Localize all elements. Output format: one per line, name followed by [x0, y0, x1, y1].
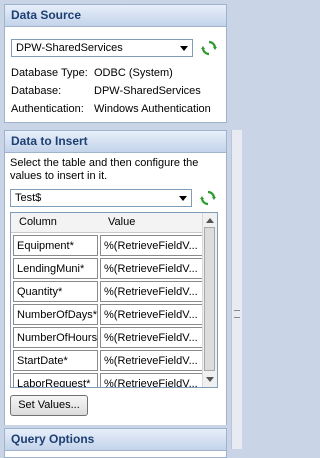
column-cell[interactable]: LendingMuni*	[13, 258, 98, 279]
scroll-down-icon[interactable]	[206, 377, 214, 382]
table-row[interactable]: NumberOfHours* %(RetrieveFieldV...	[11, 326, 203, 349]
value-cell[interactable]: %(RetrieveFieldV...	[100, 304, 203, 325]
value-cell[interactable]: %(RetrieveFieldV...	[100, 327, 203, 348]
value-cell[interactable]: %(RetrieveFieldV...	[100, 258, 203, 279]
values-grid: Column Value Equipment* %(RetrieveFieldV…	[10, 212, 218, 388]
table-row[interactable]: NumberOfDays* %(RetrieveFieldV...	[11, 303, 203, 326]
instructions-line-2: values to insert in it.	[10, 170, 108, 182]
grid-header: Column Value	[11, 213, 203, 233]
value-cell[interactable]: %(RetrieveFieldV...	[100, 373, 203, 387]
column-cell[interactable]: NumberOfHours*	[13, 327, 98, 348]
value-header[interactable]: Value	[108, 213, 135, 232]
instructions-line-1: Select the table and then configure the	[10, 157, 199, 169]
table-row[interactable]: Quantity* %(RetrieveFieldV...	[11, 280, 203, 303]
database-type-value: ODBC (System)	[94, 67, 173, 79]
pane-scrollbar[interactable]	[231, 130, 242, 449]
column-cell[interactable]: LaborRequest*	[13, 373, 98, 387]
grid-scrollbar[interactable]	[202, 213, 217, 387]
value-cell[interactable]: %(RetrieveFieldV...	[100, 235, 203, 256]
value-cell[interactable]: %(RetrieveFieldV...	[100, 350, 203, 371]
query-options-title[interactable]: Query Options	[5, 429, 226, 451]
authentication-value: Windows Authentication	[94, 103, 211, 115]
connection-select[interactable]: DPW-SharedServices	[11, 39, 193, 57]
data-to-insert-title: Data to Insert	[5, 131, 226, 153]
table-row[interactable]: LendingMuni* %(RetrieveFieldV...	[11, 257, 203, 280]
chevron-down-icon	[179, 196, 187, 201]
table-row[interactable]: LaborRequest* %(RetrieveFieldV...	[11, 372, 203, 387]
authentication-label: Authentication:	[11, 103, 84, 115]
value-cell[interactable]: %(RetrieveFieldV...	[100, 281, 203, 302]
chevron-down-icon	[180, 46, 188, 51]
query-options-panel: Query Options	[4, 428, 227, 458]
data-source-title: Data Source	[5, 5, 226, 27]
column-cell[interactable]: StartDate*	[13, 350, 98, 371]
table-row[interactable]: StartDate* %(RetrieveFieldV...	[11, 349, 203, 372]
table-select[interactable]: Test$	[10, 189, 192, 207]
scroll-thumb[interactable]	[204, 227, 215, 371]
column-cell[interactable]: Equipment*	[13, 235, 98, 256]
column-header[interactable]: Column	[19, 213, 57, 232]
set-values-button[interactable]: Set Values...	[10, 395, 88, 416]
scroll-up-icon[interactable]	[206, 218, 214, 223]
connection-select-value: DPW-SharedServices	[16, 42, 123, 54]
database-type-label: Database Type:	[11, 67, 88, 79]
refresh-icon[interactable]	[199, 189, 217, 207]
column-cell[interactable]: Quantity*	[13, 281, 98, 302]
database-label: Database:	[11, 85, 62, 97]
refresh-icon[interactable]	[200, 39, 218, 57]
table-select-value: Test$	[15, 192, 42, 204]
database-value: DPW-SharedServices	[94, 85, 201, 97]
grip-icon	[234, 310, 240, 318]
table-row[interactable]: Equipment* %(RetrieveFieldV...	[11, 234, 203, 257]
data-source-panel: Data Source DPW-SharedServices Database …	[4, 4, 227, 123]
column-cell[interactable]: NumberOfDays*	[13, 304, 98, 325]
